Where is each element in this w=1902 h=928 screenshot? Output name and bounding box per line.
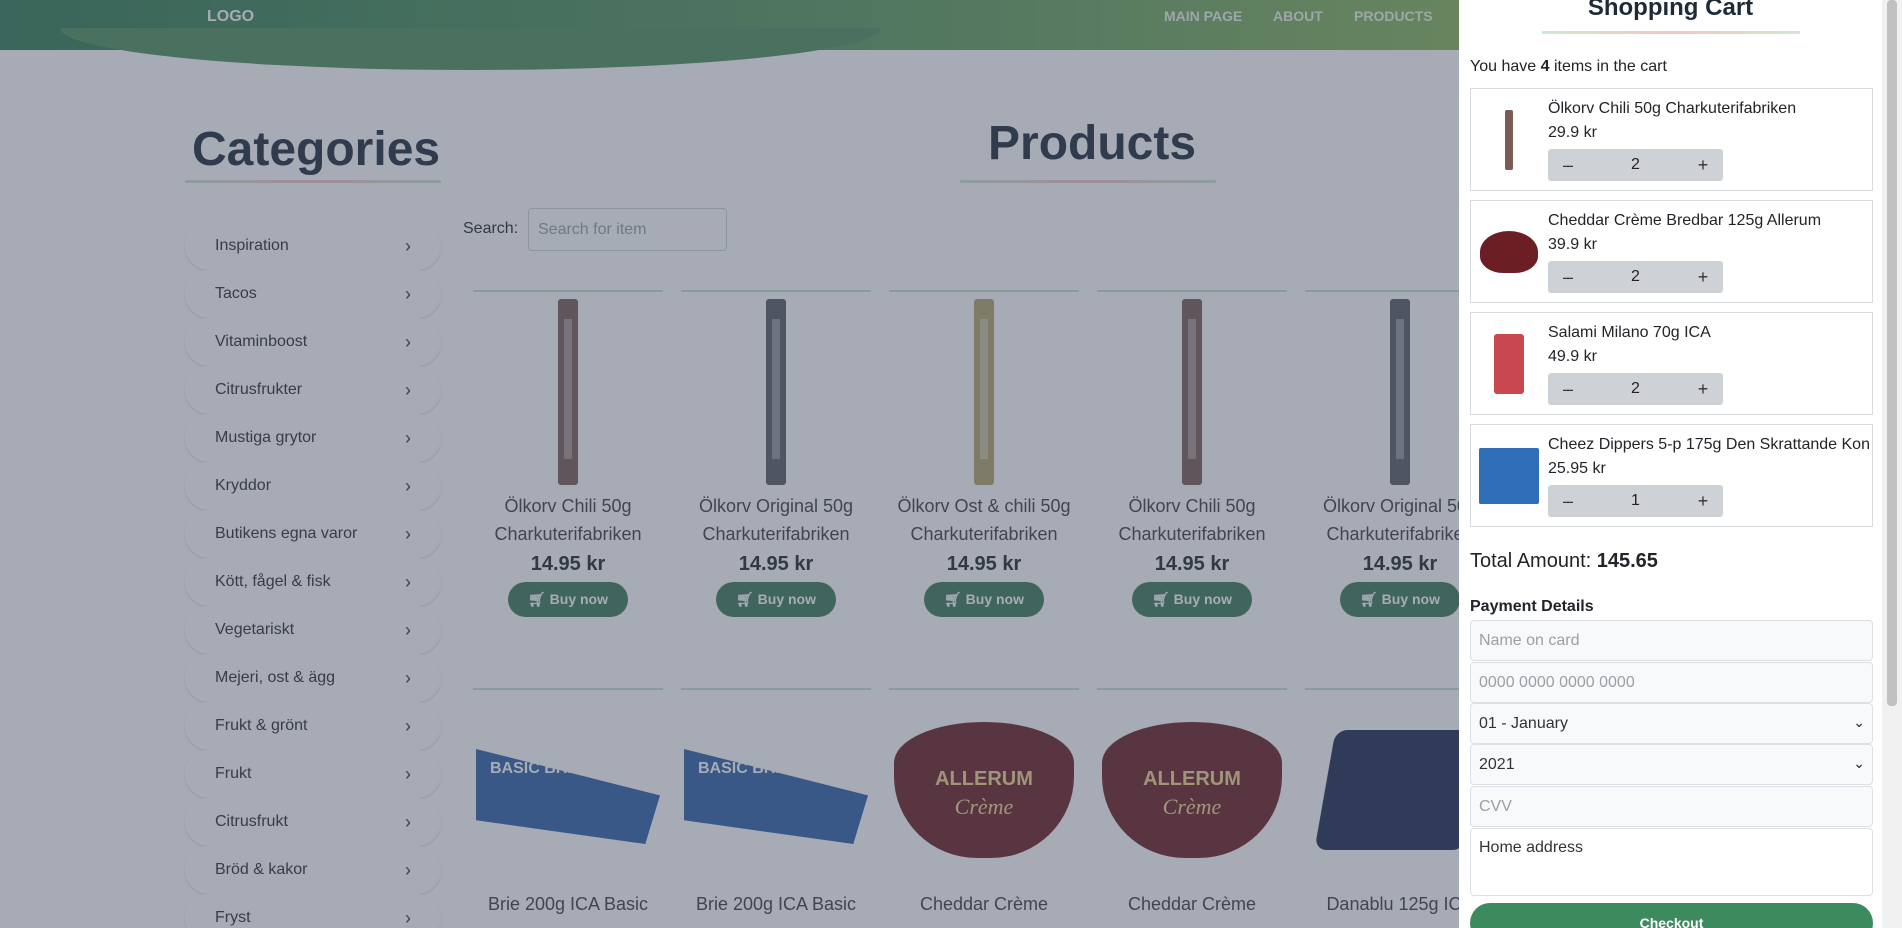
- decrement-button[interactable]: –: [1548, 491, 1588, 512]
- cart-item-price: 29.9 kr: [1548, 124, 1597, 141]
- cart-title-underline: [1542, 31, 1800, 34]
- cart-count-prefix: You have: [1470, 58, 1537, 75]
- total-amount: Total Amount: 145.65: [1470, 550, 1658, 573]
- card-number-field[interactable]: [1470, 662, 1873, 703]
- decrement-button[interactable]: –: [1548, 155, 1588, 176]
- cart-item-price: 25.95 kr: [1548, 460, 1606, 477]
- cart-item-image: [1479, 209, 1539, 295]
- quantity-value[interactable]: 1: [1588, 492, 1683, 510]
- expiry-year-select[interactable]: 2021: [1470, 744, 1873, 785]
- expiry-year-select-wrap: 2021 ⌄: [1470, 744, 1873, 785]
- quantity-value[interactable]: 2: [1588, 268, 1683, 286]
- increment-button[interactable]: +: [1683, 155, 1723, 176]
- expiry-month-select[interactable]: 01 - January: [1470, 703, 1873, 744]
- cart-item: Cheddar Crème Bredbar 125g Allerum 39.9 …: [1470, 200, 1873, 303]
- quantity-stepper: – 2 +: [1548, 373, 1723, 405]
- cart-count-suffix: items in the cart: [1553, 58, 1667, 75]
- decrement-button[interactable]: –: [1548, 379, 1588, 400]
- checkout-button[interactable]: Checkout: [1470, 903, 1873, 928]
- cart-count-text: You have 4 items in the cart: [1470, 58, 1667, 76]
- name-on-card-field[interactable]: [1470, 620, 1873, 661]
- cart-item-name: Cheddar Crème Bredbar 125g Allerum: [1548, 212, 1822, 229]
- cart-item-name: Ölkorv Chili 50g Charkuterifabriken: [1548, 100, 1797, 117]
- cart-item: Ölkorv Chili 50g Charkuterifabriken 29.9…: [1470, 88, 1873, 191]
- cart-item-price: 49.9 kr: [1548, 348, 1597, 365]
- payment-details-title: Payment Details: [1470, 598, 1594, 615]
- cart-item-image: [1479, 433, 1539, 519]
- quantity-stepper: – 2 +: [1548, 149, 1723, 181]
- quantity-value[interactable]: 2: [1588, 380, 1683, 398]
- expiry-month-select-wrap: 01 - January ⌄: [1470, 703, 1873, 744]
- quantity-stepper: – 1 +: [1548, 485, 1723, 517]
- quantity-stepper: – 2 +: [1548, 261, 1723, 293]
- cart-item-image: [1479, 321, 1539, 407]
- total-label: Total Amount:: [1470, 550, 1592, 572]
- cvv-field[interactable]: [1470, 786, 1873, 827]
- increment-button[interactable]: +: [1683, 491, 1723, 512]
- cart-item-price: 39.9 kr: [1548, 236, 1597, 253]
- decrement-button[interactable]: –: [1548, 267, 1588, 288]
- cart-item-name: Salami Milano 70g ICA: [1548, 324, 1711, 341]
- increment-button[interactable]: +: [1683, 267, 1723, 288]
- cart-count-value: 4: [1540, 58, 1550, 75]
- cart-item: Cheez Dippers 5-p 175g Den Skrattande Ko…: [1470, 424, 1873, 527]
- scrollbar-thumb[interactable]: [1887, 0, 1897, 706]
- cart-item-name: Cheez Dippers 5-p 175g Den Skrattande Ko…: [1548, 436, 1870, 453]
- cart-item: Salami Milano 70g ICA 49.9 kr – 2 +: [1470, 312, 1873, 415]
- increment-button[interactable]: +: [1683, 379, 1723, 400]
- total-value: 145.65: [1596, 550, 1658, 572]
- shopping-cart-panel: Shopping Cart You have 4 items in the ca…: [1459, 0, 1882, 928]
- quantity-value[interactable]: 2: [1588, 156, 1683, 174]
- home-address-field[interactable]: Home address: [1470, 828, 1873, 896]
- cart-title: Shopping Cart: [1587, 0, 1754, 21]
- cart-item-image: [1479, 97, 1539, 183]
